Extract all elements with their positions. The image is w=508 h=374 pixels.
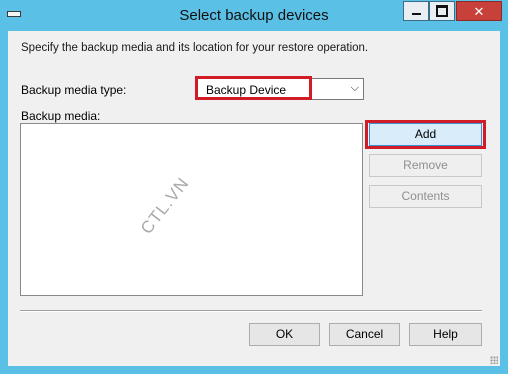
- backup-media-list[interactable]: CTL.VN: [20, 123, 363, 296]
- backup-media-label: Backup media:: [21, 109, 101, 123]
- title-bar[interactable]: Select backup devices ✕: [0, 0, 508, 31]
- resize-grip-icon[interactable]: [490, 356, 498, 364]
- chevron-down-icon[interactable]: ⌵: [351, 82, 359, 95]
- backup-media-type-label: Backup media type:: [21, 83, 127, 97]
- close-icon: ✕: [473, 3, 485, 19]
- contents-button[interactable]: Contents: [369, 185, 482, 208]
- backup-media-type-select[interactable]: Backup Device ⌵: [197, 78, 364, 100]
- cancel-button[interactable]: Cancel: [329, 323, 400, 346]
- watermark: CTL.VN: [136, 173, 193, 238]
- add-button[interactable]: Add: [369, 123, 482, 146]
- dialog-window: Select backup devices ✕ Specify the back…: [0, 0, 508, 374]
- maximize-button[interactable]: [429, 1, 455, 21]
- minimize-button[interactable]: [403, 1, 429, 21]
- remove-button[interactable]: Remove: [369, 154, 482, 177]
- dialog-body: Specify the backup media and its locatio…: [8, 31, 500, 366]
- instructions-text: Specify the backup media and its locatio…: [21, 42, 369, 54]
- minimize-icon: [411, 13, 421, 15]
- maximize-icon: [436, 5, 448, 17]
- divider: [20, 310, 482, 312]
- ok-button[interactable]: OK: [249, 323, 320, 346]
- close-button[interactable]: ✕: [456, 1, 502, 21]
- help-button[interactable]: Help: [409, 323, 482, 346]
- backup-media-type-value: Backup Device: [206, 83, 287, 97]
